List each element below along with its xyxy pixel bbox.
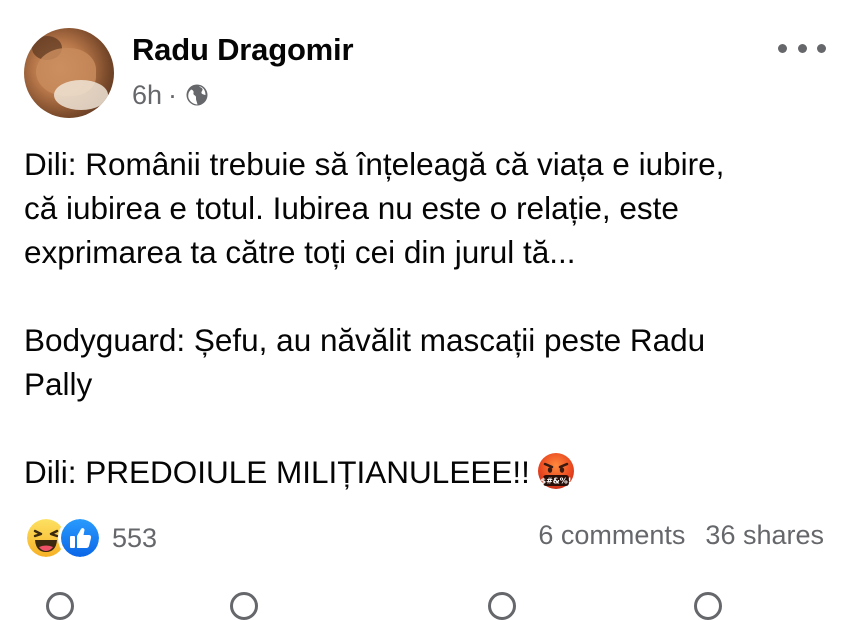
- more-horizontal-icon: [778, 43, 787, 53]
- post-action-bar: [0, 590, 850, 620]
- post-text-line: Pally: [24, 366, 93, 402]
- reaction-count: 553: [112, 522, 158, 553]
- face-with-symbols-on-mouth-icon: $#&%!: [537, 453, 574, 489]
- post-header: Radu Dragomir 6h ·: [24, 28, 826, 118]
- reactions-summary[interactable]: 553: [24, 516, 157, 560]
- post-text-line: Dili: Românii trebuie să înțeleagă că vi…: [24, 146, 725, 182]
- meta-separator: ·: [168, 79, 178, 110]
- post-text-line-with-emoji: Dili: PREDOIULE MILIȚIANULEEE!! $#&%!: [24, 450, 824, 494]
- post-text: Dili: Românii trebuie să înțeleagă că vi…: [24, 142, 824, 494]
- more-options-button[interactable]: [778, 34, 826, 62]
- more-horizontal-icon: [797, 43, 807, 53]
- author-avatar[interactable]: [24, 28, 114, 118]
- engagement-counts: 6 comments 36 shares: [538, 520, 824, 551]
- like-action-icon[interactable]: [46, 592, 74, 620]
- shares-count-link[interactable]: 36 shares: [705, 520, 824, 551]
- post-text-line: Dili: PREDOIULE MILIȚIANULEEE!!: [24, 454, 530, 490]
- post-stats-bar: 553 6 comments 36 shares: [24, 512, 824, 560]
- author-name[interactable]: Radu Dragomir: [132, 32, 354, 68]
- globe-icon[interactable]: [185, 83, 209, 107]
- post-text-line: exprimarea ta către toți cei din jurul t…: [24, 234, 576, 270]
- send-action-icon[interactable]: [694, 592, 722, 620]
- like-reaction-icon: [58, 516, 102, 560]
- share-action-icon[interactable]: [488, 592, 516, 620]
- post-text-line: că iubirea e totul. Iubirea nu este o re…: [24, 190, 679, 226]
- comments-count-link[interactable]: 6 comments: [538, 520, 685, 551]
- comment-action-icon[interactable]: [230, 592, 258, 620]
- more-horizontal-icon: [817, 43, 826, 53]
- post-time[interactable]: 6h: [132, 80, 162, 111]
- post-text-line: Bodyguard: Șefu, au năvălit mascații pes…: [24, 322, 706, 358]
- facebook-post: Radu Dragomir 6h · Dili: Românii trebuie…: [0, 0, 850, 620]
- post-meta: 6h ·: [132, 78, 209, 112]
- avatar-shading: [54, 80, 108, 110]
- svg-text:$#&%!: $#&%!: [540, 477, 571, 486]
